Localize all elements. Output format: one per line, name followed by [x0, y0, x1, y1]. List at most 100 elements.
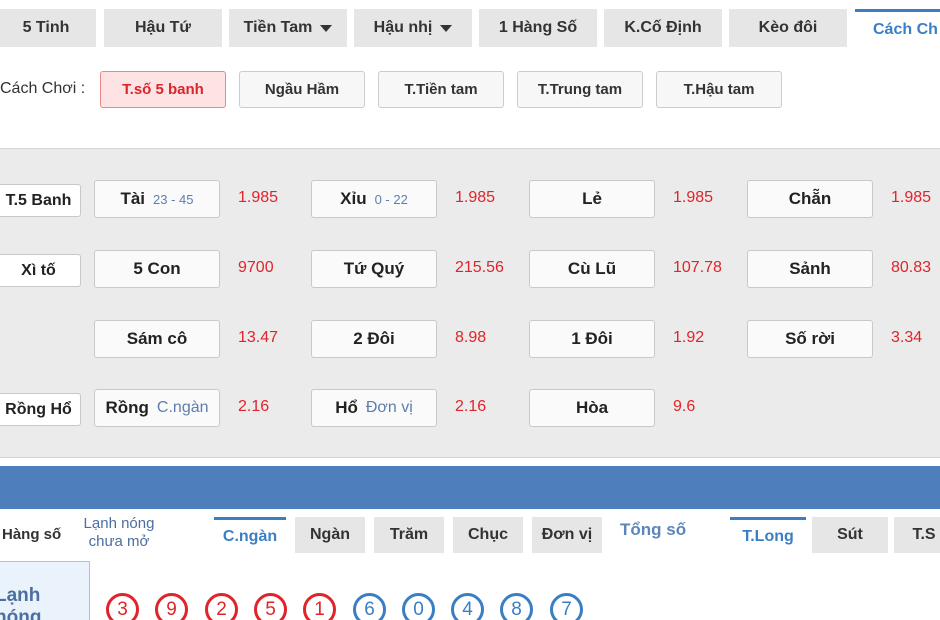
- bet-tai-button[interactable]: Tài 23 - 45: [94, 180, 220, 218]
- ball-digit: 1: [314, 598, 325, 620]
- bet-rong-button[interactable]: Rồng C.ngàn: [94, 389, 220, 427]
- play-mode-label: Cách Chơi :: [0, 80, 86, 97]
- bet-cu-lu-button[interactable]: Cù Lũ: [529, 250, 655, 288]
- tab-ngan[interactable]: Ngàn: [295, 517, 365, 553]
- bet-hoa-button[interactable]: Hòa: [529, 389, 655, 427]
- bet-sam-co-button[interactable]: Sám cô: [94, 320, 220, 358]
- number-ball: 8: [500, 593, 533, 620]
- row-label-xi-to[interactable]: Xì tố: [0, 254, 81, 287]
- odds-value: 9.6: [673, 398, 696, 415]
- bet-2-doi-button[interactable]: 2 Đôi: [311, 320, 437, 358]
- ball-digit: 6: [364, 598, 375, 620]
- bet-grid: T.5 Banh Tài 23 - 45 1.985 Xỉu 0 - 22 1.98…: [0, 148, 940, 458]
- bet-ho-button[interactable]: Hổ Đơn vị: [311, 389, 437, 427]
- bet-range: Đơn vị: [365, 399, 413, 416]
- tab-don-vi[interactable]: Đơn vị: [532, 517, 602, 553]
- odds-value: 107.78: [673, 259, 722, 276]
- bet-label: 2 Đôi: [353, 329, 395, 348]
- number-ball: 2: [205, 593, 238, 620]
- bet-label: Rồng: [105, 398, 149, 417]
- mode-tien-tam-button[interactable]: T.Tiền tam: [378, 71, 504, 108]
- row-label-t5-banh[interactable]: T.5 Banh: [0, 184, 81, 217]
- bet-chan-button[interactable]: Chẵn: [747, 180, 873, 218]
- tab-1-hang-so[interactable]: 1 Hàng Số: [479, 9, 597, 47]
- odds-value: 3.34: [891, 329, 923, 346]
- odds-value: 13.47: [238, 329, 279, 346]
- bet-label: Hổ: [335, 398, 358, 417]
- number-ball: 3: [106, 593, 139, 620]
- row-label-text: Rồng Hổ: [5, 400, 72, 418]
- ball-digit: 3: [117, 598, 128, 620]
- bet-label: Tài: [120, 189, 146, 208]
- tab-label: T.S: [912, 526, 936, 543]
- bet-label: Hòa: [575, 398, 609, 417]
- tab-t-long[interactable]: T.Long: [730, 517, 806, 553]
- odds-value: 80.83: [891, 259, 932, 276]
- bet-le-button[interactable]: Lẻ: [529, 180, 655, 218]
- tab-tram[interactable]: Trăm: [374, 517, 444, 553]
- bet-5-con-button[interactable]: 5 Con: [94, 250, 220, 288]
- tab-5-tinh[interactable]: 5 Tinh: [0, 9, 96, 47]
- bet-label: Tứ Quý: [343, 259, 405, 278]
- number-ball: 1: [303, 593, 336, 620]
- tab-t-s[interactable]: T.S: [894, 517, 940, 553]
- link-line: chưa mở: [88, 533, 150, 550]
- bet-label: Số rời: [785, 329, 835, 348]
- tab-label: Ngàn: [310, 526, 350, 543]
- bet-sanh-button[interactable]: Sảnh: [747, 250, 873, 288]
- number-ball: 6: [353, 593, 386, 620]
- bet-tu-quy-button[interactable]: Tứ Quý: [311, 250, 437, 288]
- tab-label: Trăm: [389, 526, 429, 543]
- tab-chuc[interactable]: Chục: [453, 517, 523, 553]
- chevron-down-icon: [440, 24, 453, 32]
- number-ball: 9: [155, 593, 188, 620]
- bet-range: C.ngàn: [156, 399, 209, 416]
- odds-value: 1.985: [673, 189, 714, 206]
- bet-label: Cù Lũ: [567, 259, 617, 278]
- mode-tong-so-5-banh-button[interactable]: T.số 5 banh: [100, 71, 226, 108]
- row-label-text: T.5 Banh: [5, 191, 72, 209]
- tab-label: 5 Tinh: [22, 19, 70, 36]
- tab-label: Tiền Tam: [243, 19, 313, 36]
- bet-label: 1 Đôi: [571, 329, 613, 348]
- bet-label: Lẻ: [582, 189, 602, 208]
- tab-k-co-dinh[interactable]: K.Cố Định: [604, 9, 722, 47]
- link-line: Lạnh nóng: [83, 515, 155, 532]
- tab-hau-tu[interactable]: Hậu Tứ: [104, 9, 222, 47]
- hot-label: Lạnh nóng: [0, 585, 42, 620]
- lanh-nong-chua-mo-link[interactable]: Lạnh nóng chưa mở: [74, 515, 164, 555]
- mode-trung-tam-button[interactable]: T.Trung tam: [517, 71, 643, 108]
- tab-c-ngan[interactable]: C.ngàn: [214, 517, 286, 553]
- tab-hau-nhi[interactable]: Hậu nhị: [354, 9, 472, 47]
- odds-value: 9700: [238, 259, 274, 276]
- bet-1-doi-button[interactable]: 1 Đôi: [529, 320, 655, 358]
- number-ball: 0: [402, 593, 435, 620]
- tab-label: T.Long: [742, 527, 794, 545]
- bet-range: 23 - 45: [153, 191, 194, 207]
- tab-label: Cách Ch: [873, 20, 938, 38]
- row-label-rong-ho[interactable]: Rồng Hổ: [0, 393, 81, 426]
- mode-hau-tam-button[interactable]: T.Hậu tam: [656, 71, 782, 108]
- tab-cach-choi[interactable]: Cách Ch: [855, 9, 940, 47]
- tong-so-label[interactable]: Tổng số: [620, 520, 686, 540]
- tab-label: Đơn vị: [541, 526, 593, 543]
- odds-value: 2.16: [455, 398, 487, 415]
- ball-digit: 4: [462, 598, 473, 620]
- number-ball: 7: [550, 593, 583, 620]
- tab-tien-tam[interactable]: Tiền Tam: [229, 9, 347, 47]
- bet-range: 0 - 22: [374, 191, 408, 207]
- tab-sut[interactable]: Sút: [812, 517, 888, 553]
- betting-panel: 5 Tinh Hậu Tứ Tiền Tam Hậu nhị 1 Hàng Số…: [0, 0, 940, 620]
- bet-label: Chẵn: [788, 189, 832, 208]
- mode-ngau-ham-button[interactable]: Ngầu Hầm: [239, 71, 365, 108]
- tab-keo-doi[interactable]: Kèo đôi: [729, 9, 847, 47]
- mode-label: T.Tiền tam: [404, 81, 478, 98]
- bet-xiu-button[interactable]: Xỉu 0 - 22: [311, 180, 437, 218]
- ball-digit: 7: [561, 598, 572, 620]
- odds-value: 1.985: [455, 189, 496, 206]
- tab-label: C.ngàn: [222, 527, 278, 545]
- odds-value: 2.16: [238, 398, 270, 415]
- bet-label: 5 Con: [133, 259, 181, 278]
- odds-value: 8.98: [455, 329, 487, 346]
- bet-so-roi-button[interactable]: Số rời: [747, 320, 873, 358]
